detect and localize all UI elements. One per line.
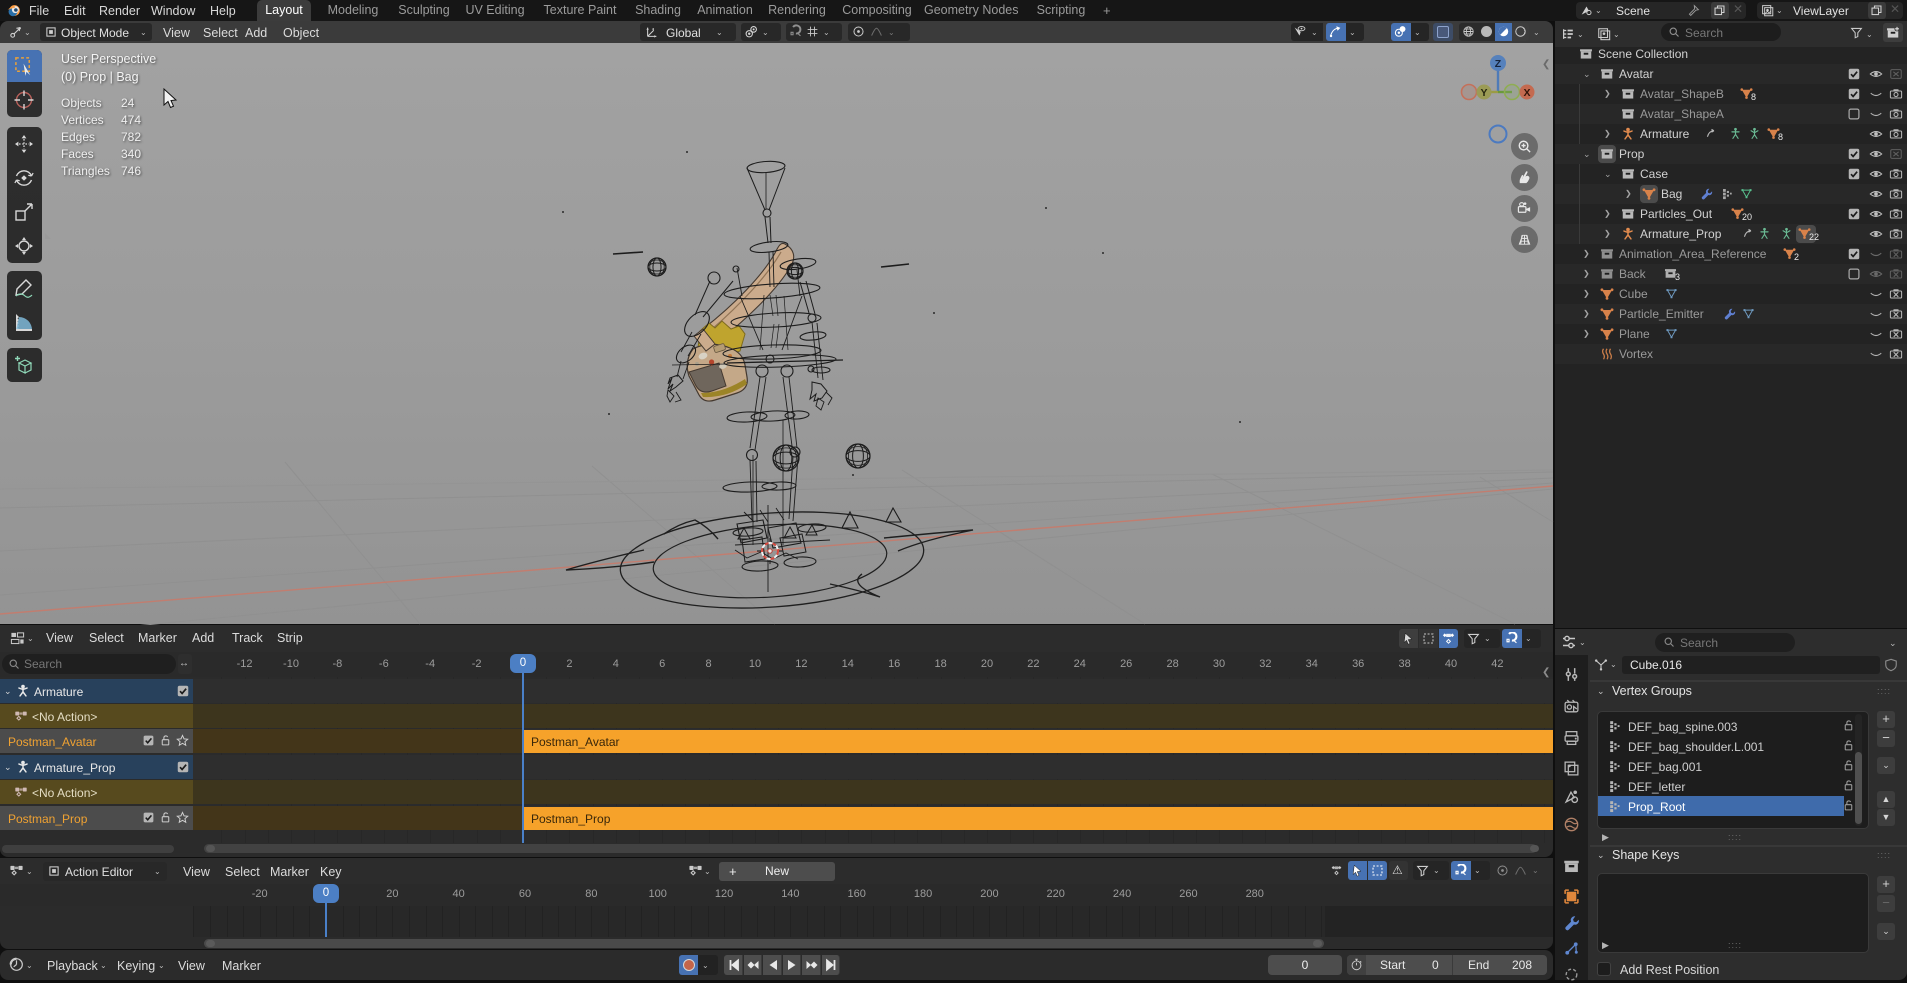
svg-text:X: X [1523, 87, 1530, 99]
svg-text:Z: Z [1495, 58, 1502, 70]
svg-text:Y: Y [1480, 87, 1487, 99]
